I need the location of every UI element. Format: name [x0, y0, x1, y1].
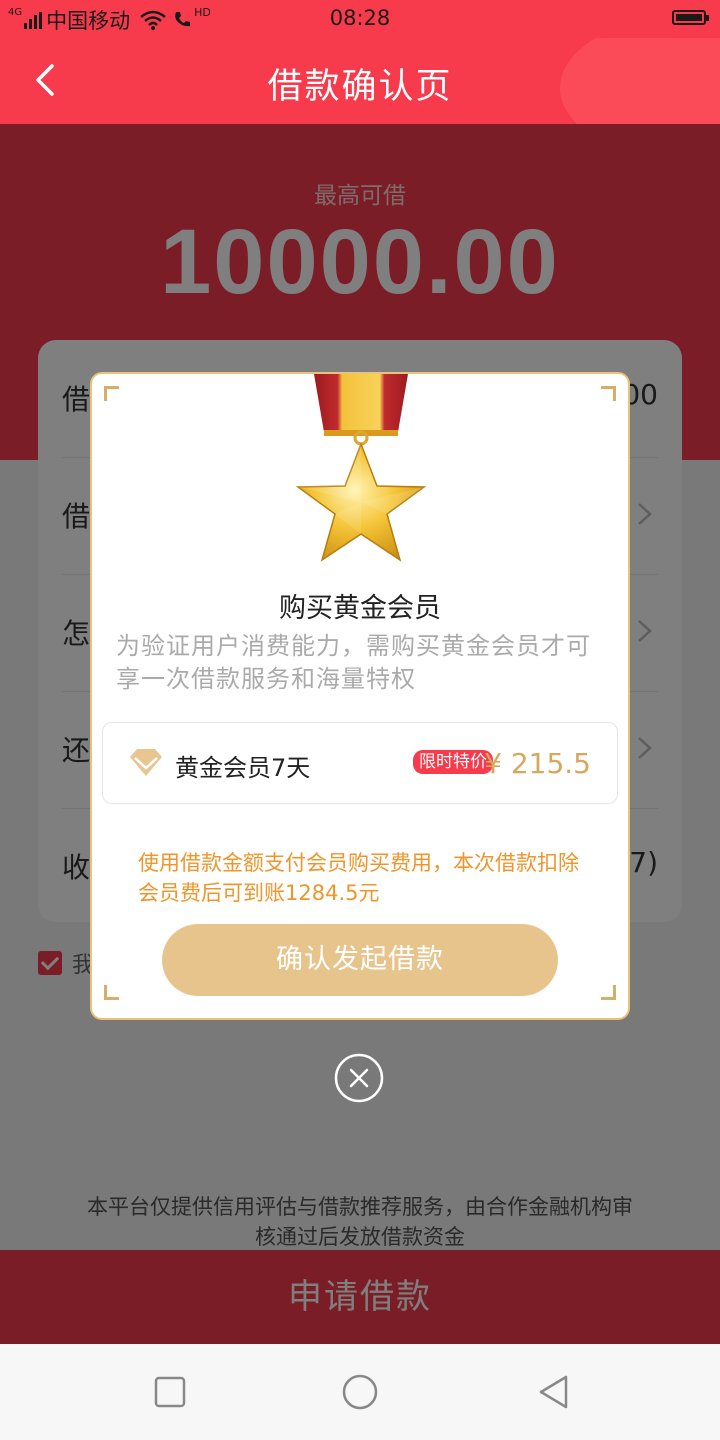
diamond-icon — [130, 749, 162, 776]
corner-decoration — [104, 985, 119, 1000]
system-nav-bar — [0, 1344, 720, 1440]
status-bar: 4G 中国移动 HD 08:28 — [0, 0, 720, 38]
page-title: 借款确认页 — [267, 67, 453, 107]
limited-offer-badge: 限时特价 — [413, 750, 493, 774]
corner-decoration — [104, 386, 119, 401]
plan-name: 黄金会员7天 — [175, 754, 311, 782]
gold-medal-icon — [295, 374, 427, 562]
back-nav-icon[interactable] — [536, 1374, 572, 1410]
battery-icon — [672, 10, 709, 25]
clock: 08:28 — [329, 6, 391, 30]
nav-bar: 借款确认页 — [0, 38, 720, 124]
modal-description: 为验证用户消费能力，需购买黄金会员才可享一次借款服务和海量特权 — [116, 632, 591, 693]
plan-price: ¥ 215.5 — [484, 747, 591, 780]
corner-decoration — [601, 386, 616, 401]
modal-title: 购买黄金会员 — [279, 593, 441, 624]
confirm-loan-button[interactable]: 确认发起借款 — [162, 924, 558, 996]
close-icon[interactable] — [334, 1053, 384, 1103]
payment-note: 使用借款金额支付会员购买费用，本次借款扣除会员费后可到账1284.5元 — [138, 851, 579, 905]
recent-apps-icon[interactable] — [152, 1374, 188, 1410]
corner-decoration — [601, 985, 616, 1000]
home-icon[interactable] — [342, 1374, 378, 1410]
membership-modal: 购买黄金会员 为验证用户消费能力，需购买黄金会员才可享一次借款服务和海量特权 黄… — [90, 372, 630, 1020]
membership-plan-option[interactable]: 黄金会员7天 限时特价 ¥ 215.5 — [102, 722, 618, 804]
